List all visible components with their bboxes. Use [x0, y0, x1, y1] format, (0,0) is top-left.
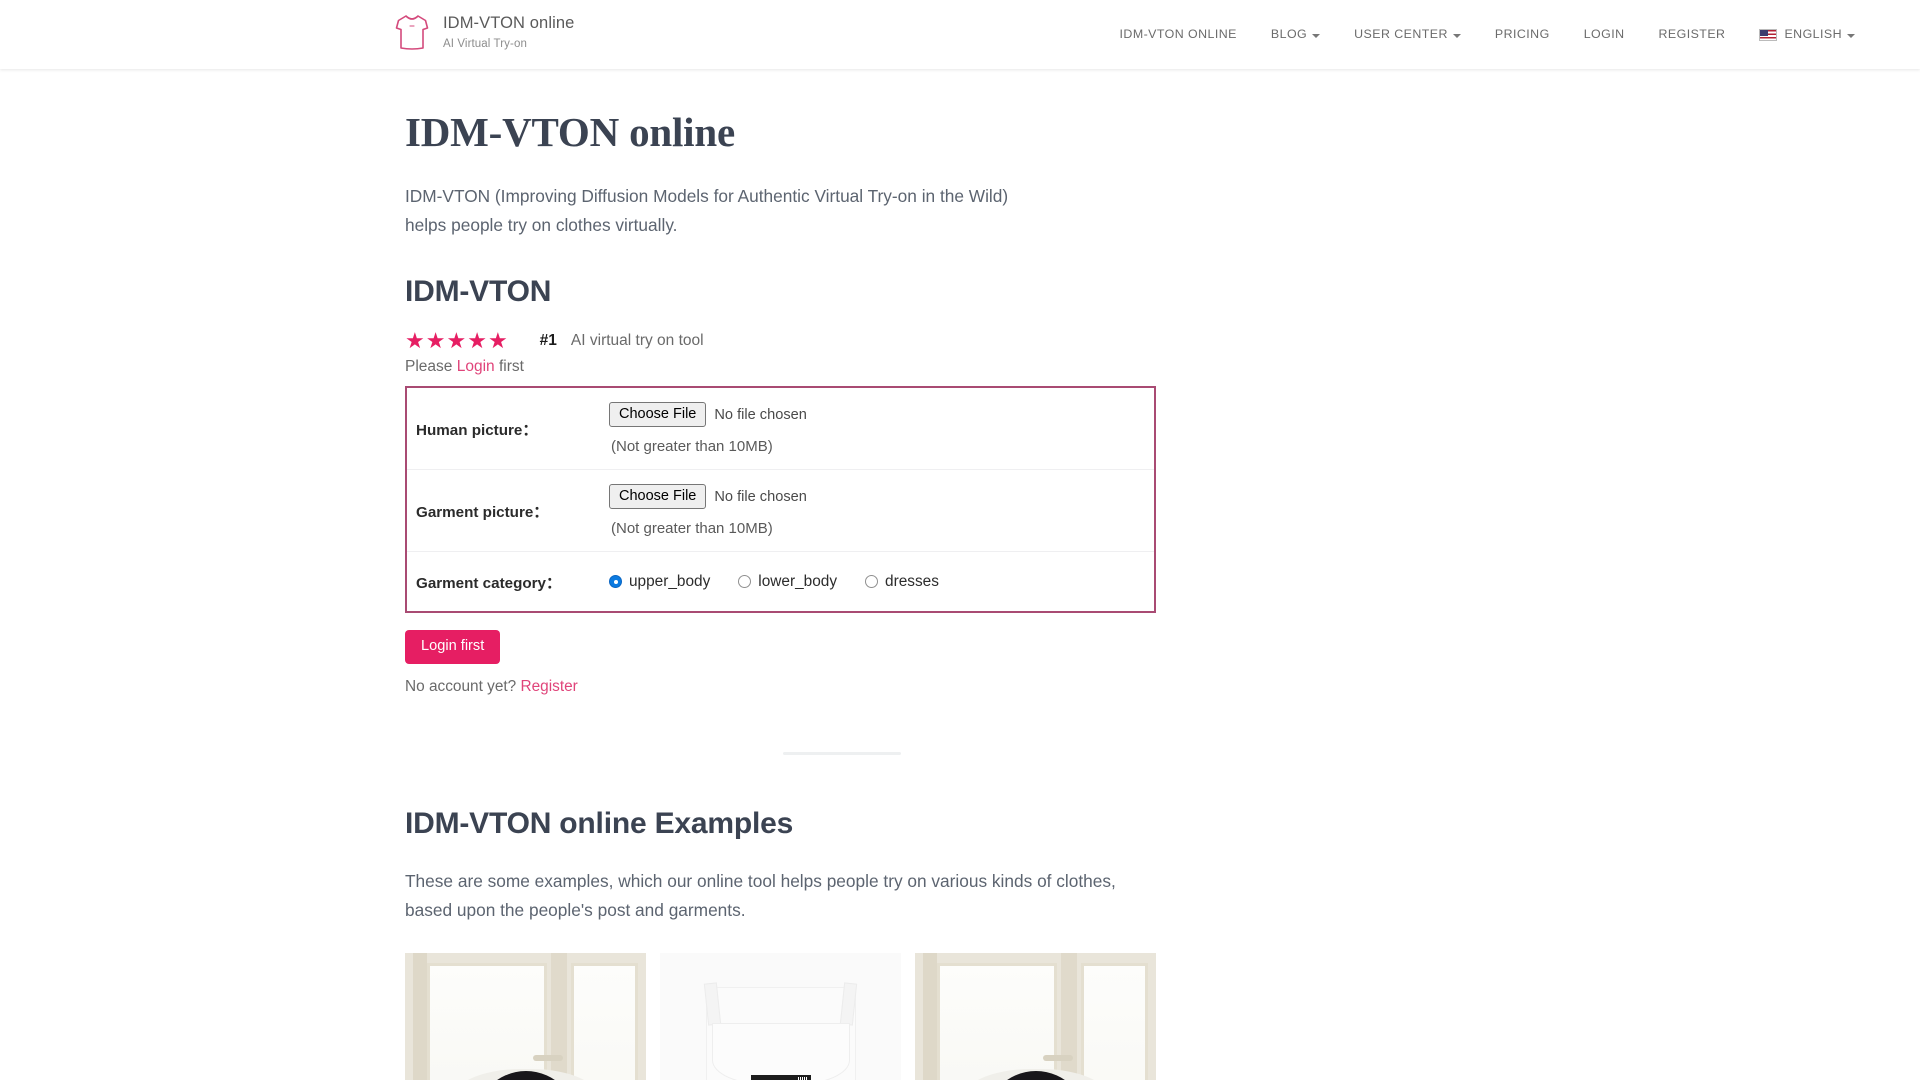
radio-indicator-lower-body[interactable] [738, 575, 752, 589]
human-picture-choose-file-button[interactable]: Choose File [609, 402, 707, 428]
nav-label: LOGIN [1583, 27, 1625, 41]
nav-item-login[interactable]: LOGIN [1567, 0, 1642, 69]
nav-label: REGISTER [1658, 27, 1726, 41]
please-login-suffix: first [494, 358, 524, 376]
form-row-garment-picture: Garment picture： Choose File No file cho… [407, 470, 1154, 553]
rank-badge: #1 [539, 332, 557, 350]
garment-picture-file-input[interactable]: Choose File No file chosen [609, 484, 1154, 510]
human-picture-field: Choose File No file chosen (Not greater … [609, 402, 1154, 455]
nav-item-register[interactable]: REGISTER [1642, 0, 1743, 69]
radio-option-upper-body[interactable]: upper_body [609, 573, 710, 591]
language-selector[interactable]: ENGLISH [1742, 0, 1872, 69]
site-header: IDM-VTON online AI Virtual Try-on IDM-VT… [0, 0, 1920, 69]
garment-picture-hint: (Not greater than 10MB) [611, 520, 773, 538]
chevron-down-icon [1452, 33, 1461, 38]
no-account-text: No account yet? Register [405, 678, 1155, 696]
garment-photo-image [660, 953, 901, 1080]
register-link[interactable]: Register [521, 678, 578, 695]
page-body: IDM-VTON online IDM-VTON (Improving Diff… [0, 69, 1920, 1080]
radio-label-upper-body: upper_body [629, 572, 711, 590]
brand-text: IDM-VTON online AI Virtual Try-on [443, 13, 574, 52]
language-label: ENGLISH [1784, 27, 1842, 41]
radio-option-lower-body[interactable]: lower_body [738, 573, 837, 591]
nav-item-user-center[interactable]: USER CENTER [1337, 0, 1478, 69]
garment-picture-choose-file-button[interactable]: Choose File [609, 484, 707, 510]
please-login-prefix: Please [405, 358, 457, 376]
person-photo-image [405, 953, 646, 1080]
login-link[interactable]: Login [457, 358, 495, 375]
us-flag-icon [1759, 28, 1778, 41]
human-picture-label: Human picture： [416, 421, 538, 439]
radio-indicator-dresses[interactable] [865, 575, 879, 589]
tryon-form: Human picture： Choose File No file chose… [405, 386, 1156, 614]
human-picture-file-status: No file chosen [714, 406, 807, 423]
radio-label-dresses: dresses [885, 572, 939, 590]
garment-picture-field: Choose File No file chosen (Not greater … [609, 484, 1154, 537]
chevron-down-icon [1847, 33, 1855, 38]
content-column: IDM-VTON online IDM-VTON (Improving Diff… [405, 69, 1156, 1080]
nav-label: USER CENTER [1354, 27, 1448, 41]
garment-category-radio-group: upper_body lower_body dresses [609, 573, 1154, 591]
brand-subtitle: AI Virtual Try-on [443, 37, 527, 50]
radio-indicator-upper-body[interactable] [609, 575, 622, 589]
radio-option-dresses[interactable]: dresses [865, 573, 939, 591]
human-picture-hint: (Not greater than 10MB) [611, 438, 773, 456]
brand-title: IDM-VTON online [443, 13, 575, 32]
rating-row: ★ ★ ★ ★ ★ #1 AI virtual try on tool [405, 330, 1155, 352]
nav-item-idm-vton-online[interactable]: IDM-VTON ONLINE [1103, 0, 1254, 69]
examples-heading: IDM-VTON online Examples [405, 807, 794, 841]
garment-picture-label: Garment picture： [416, 503, 549, 521]
nav-label: BLOG [1270, 27, 1308, 41]
page-title: IDM-VTON online [405, 109, 735, 155]
examples-description: These are some examples, which our onlin… [405, 871, 1116, 921]
garment-picture-file-status: No file chosen [714, 488, 807, 505]
tool-heading: IDM-VTON [405, 275, 552, 309]
page-lede: IDM-VTON (Improving Diffusion Models for… [405, 186, 1009, 236]
star-icon: ★ [487, 328, 508, 354]
rank-description: AI virtual try on tool [570, 332, 704, 350]
main-navigation: IDM-VTON ONLINE BLOG USER CENTER PRICING… [1103, 0, 1872, 69]
section-divider [783, 752, 901, 756]
star-rating: ★ ★ ★ ★ ★ [405, 330, 508, 352]
form-row-garment-category: Garment category： upper_body lower_body [407, 552, 1154, 611]
example-card-garment-photo[interactable] [660, 953, 901, 1080]
star-icon: ★ [425, 328, 446, 354]
example-card-person-photo[interactable] [405, 953, 646, 1080]
login-first-button[interactable]: Login first [405, 630, 501, 665]
garment-category-label: Garment category： [416, 574, 562, 592]
star-icon: ★ [446, 328, 467, 354]
result-photo-image [915, 953, 1156, 1080]
human-picture-file-input[interactable]: Choose File No file chosen [609, 402, 1154, 428]
nav-label: IDM-VTON ONLINE [1119, 27, 1237, 41]
brand-logo[interactable]: IDM-VTON online AI Virtual Try-on [395, 12, 574, 52]
example-card-result-photo[interactable] [915, 953, 1156, 1080]
star-icon: ★ [405, 328, 425, 354]
chevron-down-icon [1312, 33, 1321, 38]
nav-item-blog[interactable]: BLOG [1254, 0, 1337, 69]
garment-category-field: upper_body lower_body dresses [609, 573, 1154, 591]
tshirt-icon [395, 15, 429, 50]
radio-label-lower-body: lower_body [758, 572, 838, 590]
nav-label: PRICING [1494, 27, 1550, 41]
no-account-prefix: No account yet? [405, 678, 521, 696]
form-row-human-picture: Human picture： Choose File No file chose… [407, 388, 1154, 471]
please-login-text: Please Login first [405, 358, 1155, 376]
nav-item-pricing[interactable]: PRICING [1478, 0, 1567, 69]
star-icon: ★ [467, 328, 487, 354]
examples-grid [405, 953, 1156, 1080]
